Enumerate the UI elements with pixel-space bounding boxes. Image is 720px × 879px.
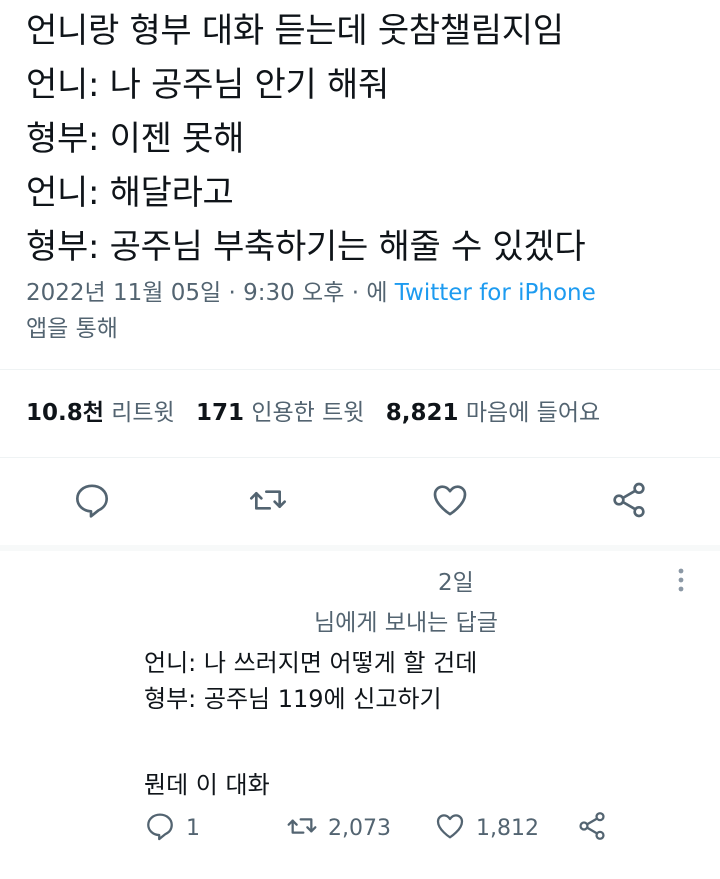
tweet-line: 형부: 공주님 부축하기는 해줄 수 있겠다 xyxy=(26,227,586,267)
replying-to-label: 님에게 보내는 답글 xyxy=(314,610,498,636)
like-icon[interactable] xyxy=(434,810,466,846)
divider xyxy=(0,369,720,370)
reply-text: 언니: 나 쓰러지면 어떻게 할 건데 형부: 공주님 119에 신고하기 뭔데… xyxy=(144,645,477,803)
like-stat[interactable]: 8,821 마음에 들어요 xyxy=(386,400,600,426)
reply-line: 형부: 공주님 119에 신고하기 xyxy=(144,685,442,713)
reply-retweet-button[interactable]: 2,073 xyxy=(286,806,391,850)
retweet-count: 2,073 xyxy=(328,815,391,841)
more-options-icon[interactable] xyxy=(671,566,691,596)
tweet-meta: 2022년 11월 05일 · 9:30 오후 · 에 Twitter for … xyxy=(26,276,596,310)
tweet-text: 언니랑 형부 대화 듣는데 웃참챌림지임 언니: 나 공주님 안기 해줘 형부:… xyxy=(26,4,586,274)
section-separator xyxy=(0,545,720,551)
reply-like-button[interactable]: 1,812 xyxy=(434,806,539,850)
reply-actions: 1 2,073 1,812 xyxy=(144,806,704,850)
like-icon[interactable] xyxy=(430,480,470,520)
reply-share-button[interactable] xyxy=(576,806,608,850)
retweet-stat[interactable]: 10.8천 리트윗 xyxy=(26,400,175,426)
reply-icon[interactable] xyxy=(144,810,176,846)
tweet-source-suffix: 앱을 통해 xyxy=(26,316,118,342)
tweet-source-link[interactable]: Twitter for iPhone xyxy=(395,280,596,306)
reply-count: 1 xyxy=(186,815,200,841)
tweet-line: 언니: 나 공주님 안기 해줘 xyxy=(26,65,389,105)
tweet-stats: 10.8천 리트윗 171 인용한 트윗 8,821 마음에 들어요 xyxy=(26,393,600,433)
reply-reply-button[interactable]: 1 xyxy=(144,806,200,850)
tweet-line: 언니랑 형부 대화 듣는데 웃참챌림지임 xyxy=(26,11,564,51)
like-count: 1,812 xyxy=(476,815,539,841)
retweet-icon[interactable] xyxy=(248,480,288,520)
share-icon[interactable] xyxy=(576,810,608,846)
reply-icon[interactable] xyxy=(72,480,112,520)
reply-line: 언니: 나 쓰러지면 어떻게 할 건데 xyxy=(144,649,478,677)
reply-timestamp[interactable]: 2일 xyxy=(438,563,474,597)
tweet-timestamp[interactable]: 2022년 11월 05일 · 9:30 오후 · 에 xyxy=(26,280,387,306)
tweet-line: 언니: 해달라고 xyxy=(26,173,234,213)
reply-line xyxy=(144,717,477,767)
share-icon[interactable] xyxy=(609,480,649,520)
retweet-icon[interactable] xyxy=(286,810,318,846)
divider xyxy=(0,457,720,458)
quote-stat[interactable]: 171 인용한 트윗 xyxy=(196,400,364,426)
reply-line: 뭔데 이 대화 xyxy=(144,771,270,799)
tweet-line: 형부: 이젠 못해 xyxy=(26,119,245,159)
tweet-actions xyxy=(0,468,720,528)
